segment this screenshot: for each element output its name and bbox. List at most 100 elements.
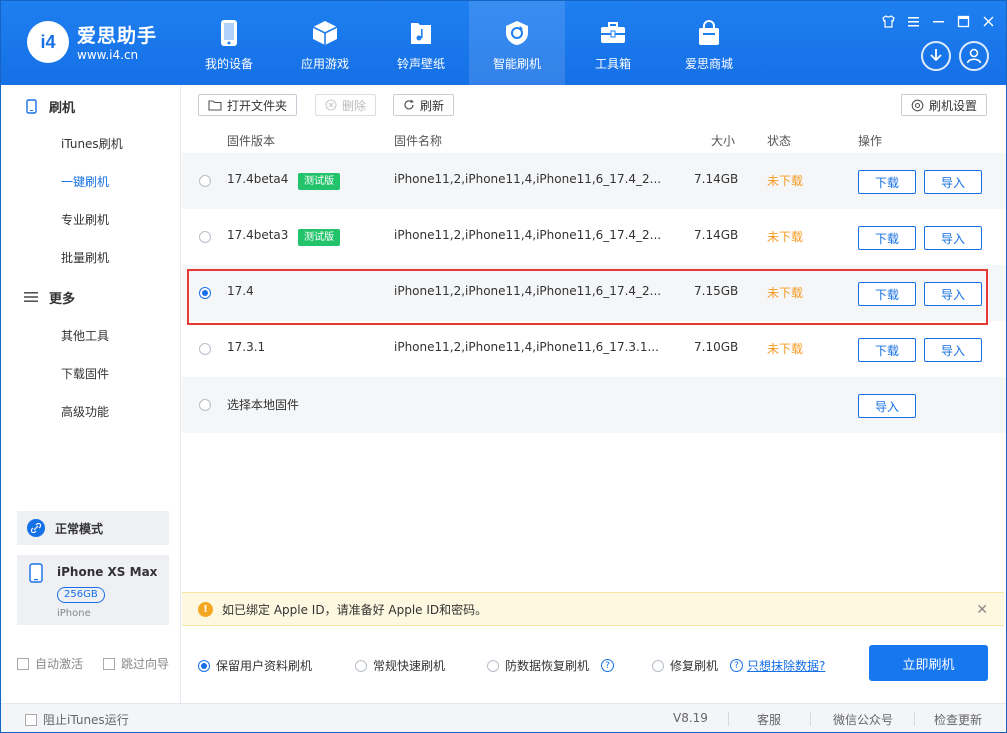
- app-window: i4 爱思助手 www.i4.cn 我的设备 应用游戏 铃声壁纸 智能刷机 工具…: [0, 0, 1007, 733]
- download-button[interactable]: 下载: [858, 226, 916, 250]
- brand-url: www.i4.cn: [77, 48, 139, 62]
- option-keep-data[interactable]: 保留用户资料刷机: [198, 657, 312, 674]
- nav-label: 工具箱: [594, 57, 631, 71]
- auto-activate-option[interactable]: 自动激活: [17, 655, 83, 672]
- separator: [810, 712, 811, 726]
- device-name: iPhone XS Max: [57, 565, 158, 579]
- check-update-link[interactable]: 检查更新: [934, 711, 982, 728]
- sidebar-item-batch-flash[interactable]: 批量刷机: [1, 239, 181, 277]
- nav-label: 智能刷机: [492, 57, 541, 71]
- user-icon[interactable]: [959, 41, 989, 71]
- sidebar: 刷机 iTunes刷机 一键刷机 专业刷机 批量刷机 更多 其他工具 下载固件 …: [1, 85, 181, 703]
- skip-guide-option[interactable]: 跳过向导: [103, 655, 169, 672]
- delete-icon: [325, 99, 337, 111]
- device-type: iPhone: [57, 608, 91, 619]
- option-repair-flash[interactable]: 修复刷机 ? 只想抹除数据?: [652, 657, 825, 674]
- close-icon[interactable]: [980, 13, 996, 29]
- mode-label: 正常模式: [55, 521, 104, 536]
- skin-icon[interactable]: [880, 13, 896, 29]
- gear-icon: [911, 99, 924, 112]
- table-row[interactable]: 17.3.1 iPhone11,2,iPhone11,4,iPhone11,6_…: [182, 321, 1006, 377]
- block-itunes-option[interactable]: 阻止iTunes运行: [25, 711, 129, 728]
- music-file-icon: [407, 19, 435, 47]
- sidebar-item-pro-flash[interactable]: 专业刷机: [1, 201, 181, 239]
- firmware-name: iPhone11,2,iPhone11,4,iPhone11,6_17.4_2.…: [394, 228, 662, 242]
- keep-data-radio[interactable]: [198, 659, 210, 672]
- sidebar-group-more[interactable]: 更多: [1, 278, 181, 316]
- sidebar-group-flash[interactable]: 刷机: [1, 87, 181, 125]
- repair-flash-label: 修复刷机: [670, 659, 719, 673]
- maximize-icon[interactable]: [955, 13, 971, 29]
- firmware-status: 未下载: [767, 174, 804, 188]
- nav-ringtones-wallpapers[interactable]: 铃声壁纸: [373, 1, 469, 85]
- refresh-button[interactable]: 刷新: [393, 94, 455, 116]
- selection-highlight: [187, 269, 988, 325]
- option-anti-recovery[interactable]: 防数据恢复刷机 ?: [487, 657, 615, 674]
- help-icon[interactable]: ?: [601, 659, 615, 672]
- delete-button[interactable]: 删除: [315, 94, 377, 116]
- firmware-version: 17.4beta4: [227, 172, 289, 186]
- support-link[interactable]: 客服: [757, 711, 781, 728]
- download-button[interactable]: 下载: [858, 170, 916, 194]
- download-icon[interactable]: [921, 41, 951, 71]
- device-capacity: 256GB: [57, 587, 105, 603]
- close-icon[interactable]: ✕: [976, 602, 988, 618]
- separator: [914, 712, 915, 726]
- minimize-icon[interactable]: [930, 13, 946, 29]
- download-button[interactable]: 下载: [858, 338, 916, 362]
- nav-label: 应用游戏: [300, 57, 349, 71]
- header: i4 爱思助手 www.i4.cn 我的设备 应用游戏 铃声壁纸 智能刷机 工具…: [1, 1, 1006, 85]
- row-radio[interactable]: [199, 175, 211, 187]
- table-row[interactable]: 17.4beta4 测试版 iPhone11,2,iPhone11,4,iPho…: [182, 153, 1006, 209]
- status-bar: 阻止iTunes运行 V8.19 客服 微信公众号 检查更新: [1, 703, 1006, 732]
- anti-recovery-radio[interactable]: [487, 659, 499, 672]
- sidebar-item-advanced[interactable]: 高级功能: [1, 393, 181, 431]
- table-row[interactable]: 17.4beta3 测试版 iPhone11,2,iPhone11,4,iPho…: [182, 209, 1006, 265]
- repair-flash-radio[interactable]: [652, 659, 664, 672]
- nav-store[interactable]: 爱思商城: [661, 1, 757, 85]
- import-button[interactable]: 导入: [924, 338, 982, 362]
- sidebar-item-other-tools[interactable]: 其他工具: [1, 317, 181, 355]
- warning-icon: !: [198, 601, 213, 617]
- auto-activate-checkbox[interactable]: [17, 657, 29, 670]
- nav-my-device[interactable]: 我的设备: [181, 1, 277, 85]
- skip-guide-checkbox[interactable]: [103, 657, 115, 670]
- anti-recovery-label: 防数据恢复刷机: [505, 659, 590, 673]
- row-radio[interactable]: [199, 399, 211, 411]
- flash-now-button[interactable]: 立即刷机: [869, 645, 988, 681]
- nav-apps-games[interactable]: 应用游戏: [277, 1, 373, 85]
- sidebar-item-one-click-flash[interactable]: 一键刷机: [1, 163, 181, 201]
- flash-settings-button[interactable]: 刷机设置: [901, 94, 988, 116]
- sidebar-item-download-firmware[interactable]: 下载固件: [1, 355, 181, 393]
- option-quick-flash[interactable]: 常规快速刷机: [355, 657, 445, 674]
- nav-smart-flash[interactable]: 智能刷机: [469, 1, 565, 85]
- device-card[interactable]: iPhone XS Max 256GB iPhone: [17, 555, 169, 625]
- import-button[interactable]: 导入: [924, 170, 982, 194]
- open-folder-button[interactable]: 打开文件夹: [198, 94, 298, 116]
- nav-label: 铃声壁纸: [396, 57, 445, 71]
- brand: 爱思助手 www.i4.cn: [77, 25, 157, 63]
- import-button[interactable]: 导入: [924, 226, 982, 250]
- import-local-button[interactable]: 导入: [858, 394, 916, 418]
- help-icon[interactable]: ?: [730, 659, 744, 672]
- row-radio[interactable]: [199, 231, 211, 243]
- shopping-bag-icon: [695, 19, 723, 47]
- beta-badge: 测试版: [298, 229, 340, 246]
- nav-toolbox[interactable]: 工具箱: [565, 1, 661, 85]
- logo-text: i4: [40, 31, 56, 52]
- firmware-size: 7.14GB: [694, 228, 739, 242]
- row-radio[interactable]: [199, 343, 211, 355]
- menu-icon[interactable]: [905, 13, 921, 29]
- toolbox-icon: [599, 19, 627, 47]
- firmware-name: iPhone11,2,iPhone11,4,iPhone11,6_17.4_2.…: [394, 172, 662, 186]
- wechat-link[interactable]: 微信公众号: [833, 711, 893, 728]
- phone-icon: [23, 98, 39, 114]
- firmware-name: iPhone11,2,iPhone11,4,iPhone11,6_17.3.1.…: [394, 340, 659, 354]
- cube-icon: [311, 19, 339, 47]
- table-row-local-firmware[interactable]: 选择本地固件 导入: [182, 377, 1006, 433]
- erase-data-link[interactable]: 只想抹除数据?: [747, 657, 825, 674]
- block-itunes-checkbox[interactable]: [25, 713, 37, 726]
- sidebar-item-itunes-flash[interactable]: iTunes刷机: [1, 125, 181, 163]
- col-status: 状态: [767, 134, 792, 148]
- quick-flash-radio[interactable]: [355, 659, 367, 672]
